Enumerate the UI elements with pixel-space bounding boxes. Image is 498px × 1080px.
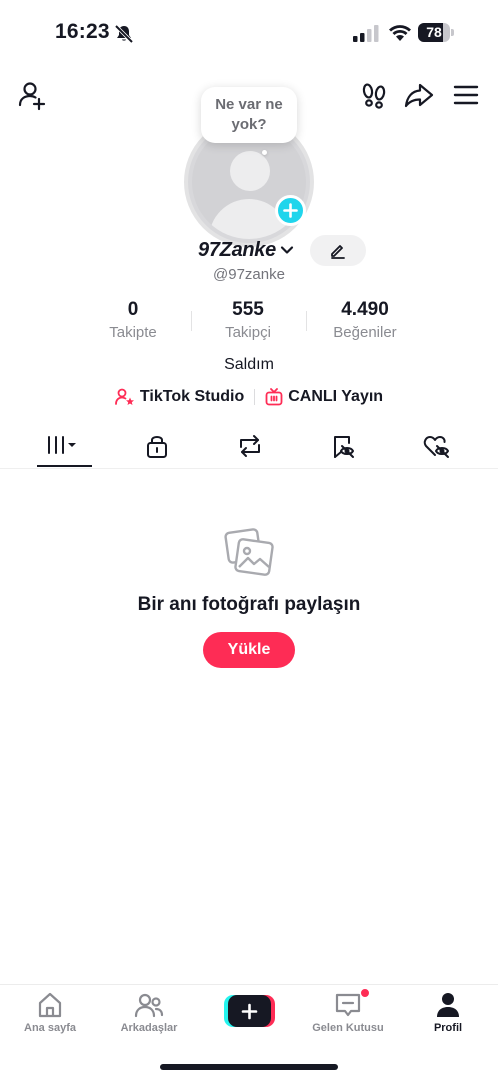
footprint-icon <box>362 83 386 109</box>
signal-icon <box>353 25 379 42</box>
liked-hidden-icon <box>423 436 449 458</box>
stat-value: 4.490 <box>341 299 389 320</box>
nav-home[interactable]: Ana sayfa <box>0 990 100 1034</box>
live-link[interactable]: CANLI Yayın <box>265 388 383 406</box>
tab-saved[interactable] <box>307 425 377 468</box>
user-handle: @97zanke <box>213 266 285 283</box>
battery-icon: 78 <box>418 23 454 42</box>
tiktok-studio-label: TikTok Studio <box>139 388 245 405</box>
add-friend-icon <box>18 82 46 111</box>
add-friend-button[interactable] <box>17 80 49 112</box>
friends-icon <box>134 993 164 1018</box>
bubble-dot <box>262 150 267 155</box>
repost-icon <box>240 435 260 457</box>
studio-icon <box>115 388 134 405</box>
menu-button[interactable] <box>450 79 482 111</box>
inbox-icon <box>335 993 361 1017</box>
tiktok-studio-link[interactable]: TikTok Studio <box>115 388 244 406</box>
plus-icon <box>283 203 298 218</box>
edit-profile-button[interactable] <box>310 235 366 266</box>
photo-icon <box>224 528 274 576</box>
tab-reposts[interactable] <box>214 425 284 468</box>
empty-state-title: Bir anı fotoğrafı paylaşın <box>137 594 361 615</box>
pencil-icon <box>331 245 345 259</box>
username-row[interactable]: 97Zanke <box>198 236 294 264</box>
battery-percent: 78 <box>426 24 442 40</box>
note-text: Ne var ne yok? <box>215 96 283 133</box>
nav-profile[interactable]: Profil <box>398 990 498 1034</box>
saved-hidden-icon <box>334 436 354 458</box>
profile-tabs <box>0 425 498 469</box>
create-icon <box>241 1003 258 1020</box>
note-bubble[interactable]: Ne var ne yok? <box>201 87 297 143</box>
menu-icon <box>453 85 479 105</box>
live-tv-icon <box>265 388 283 406</box>
stat-divider <box>191 311 192 331</box>
stat-value: 0 <box>127 299 139 320</box>
wifi-icon <box>389 25 411 41</box>
nav-inbox[interactable]: Gelen Kutusu <box>298 990 398 1034</box>
stat-followers[interactable]: 555 Takipçi <box>193 299 303 341</box>
videos-grid-icon <box>48 436 76 454</box>
nav-label: Profil <box>433 1022 463 1034</box>
lock-icon <box>147 436 167 458</box>
create-button[interactable] <box>224 995 275 1027</box>
profile-links: TikTok Studio CANLI Yayın <box>0 385 498 409</box>
home-indicator <box>160 1064 338 1070</box>
stat-divider <box>306 311 307 331</box>
nav-label: Ana sayfa <box>24 1022 76 1034</box>
upload-button[interactable]: Yükle <box>203 632 295 668</box>
stat-likes[interactable]: 4.490 Beğeniler <box>310 299 420 341</box>
home-icon <box>38 992 62 1018</box>
chevron-down-icon <box>280 246 294 254</box>
stat-label: Takipte <box>109 324 157 341</box>
add-avatar-button[interactable] <box>275 195 306 226</box>
share-profile-button[interactable] <box>403 79 435 111</box>
footprint-button[interactable] <box>358 79 390 111</box>
profile-icon <box>437 993 459 1017</box>
stat-label: Beğeniler <box>333 324 397 341</box>
stat-label: Takipçi <box>225 324 271 341</box>
tab-videos[interactable] <box>29 425 99 468</box>
nav-friends[interactable]: Arkadaşlar <box>99 990 199 1034</box>
stat-following[interactable]: 0 Takipte <box>78 299 188 341</box>
nav-label: Arkadaşlar <box>120 1022 178 1034</box>
tab-private[interactable] <box>121 425 191 468</box>
tab-liked[interactable] <box>399 425 469 468</box>
inbox-notification-dot <box>360 988 370 998</box>
status-time: 16:23 <box>55 20 110 43</box>
status-bar: 16:23 78 <box>0 0 498 68</box>
bio: Saldım <box>224 356 274 373</box>
links-divider <box>254 389 256 405</box>
nav-label: Gelen Kutusu <box>312 1022 384 1034</box>
username: 97Zanke <box>198 238 276 261</box>
active-tab-indicator <box>37 465 92 467</box>
bell-muted-icon <box>114 24 134 44</box>
stat-value: 555 <box>232 299 264 320</box>
share-icon <box>404 83 434 108</box>
live-label: CANLI Yayın <box>288 388 384 405</box>
